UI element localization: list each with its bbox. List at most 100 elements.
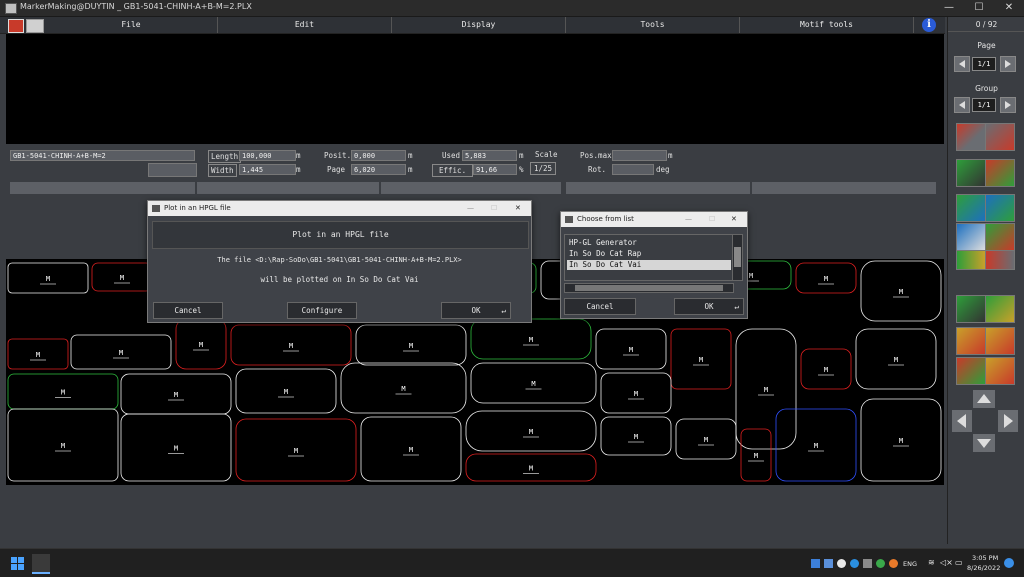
menu-file[interactable]: File bbox=[45, 17, 218, 33]
marker-name-field[interactable]: GB1-5041-CHINH-A+B-M=2 bbox=[10, 150, 195, 161]
language-indicator[interactable]: ENG bbox=[903, 560, 917, 568]
tray-app-icon[interactable] bbox=[850, 559, 859, 568]
list-vscrollbar[interactable] bbox=[732, 234, 743, 281]
arrows-tool-icon[interactable] bbox=[985, 250, 1015, 270]
list-item-selected[interactable]: In So Do Cat Vai bbox=[567, 260, 731, 270]
piece-label: M bbox=[824, 275, 828, 283]
close-icon[interactable]: ✕ bbox=[731, 212, 737, 227]
options-list[interactable]: HP-GL Generator In So Do Cat Rap In So D… bbox=[564, 234, 734, 281]
piece-label: M bbox=[294, 447, 298, 455]
nest-tool-icon[interactable] bbox=[956, 357, 986, 385]
list-item[interactable]: In So Do Cat Rap bbox=[567, 249, 731, 259]
choose-cancel-button[interactable]: Cancel bbox=[564, 298, 636, 315]
windows-start-icon[interactable] bbox=[11, 557, 24, 570]
page-prev-button[interactable] bbox=[954, 56, 970, 72]
plot-configure-button[interactable]: Configure bbox=[287, 302, 357, 319]
scroll-right-button[interactable] bbox=[998, 410, 1018, 432]
tray-app-icon[interactable] bbox=[863, 559, 872, 568]
posit-field[interactable]: 0,000 bbox=[351, 150, 406, 161]
piece-label: M bbox=[629, 346, 633, 354]
notification-icon[interactable] bbox=[1004, 558, 1014, 568]
piece-label: M bbox=[749, 272, 753, 280]
plot-dialog-title: Plot in an HPGL file bbox=[164, 204, 231, 212]
used-field[interactable]: 5,883 bbox=[462, 150, 517, 161]
tray-app-icon[interactable] bbox=[837, 559, 846, 568]
tray-app-icon[interactable] bbox=[811, 559, 820, 568]
scale-value[interactable]: 1/25 bbox=[530, 162, 557, 175]
maximize-icon[interactable]: ☐ bbox=[709, 212, 715, 227]
flip-tool-icon[interactable] bbox=[985, 194, 1015, 222]
scroll-thumb[interactable] bbox=[575, 285, 723, 291]
list-hscrollbar[interactable] bbox=[564, 283, 734, 293]
motif-tool-icon[interactable] bbox=[956, 327, 986, 355]
effic-label[interactable]: Effic. bbox=[432, 164, 474, 177]
zoom-tool-icon[interactable] bbox=[956, 223, 986, 251]
page-next-button[interactable] bbox=[1000, 56, 1016, 72]
length-field[interactable]: 100,000 bbox=[239, 150, 296, 161]
piece-label: M bbox=[401, 385, 405, 393]
align-tool-icon[interactable] bbox=[956, 250, 986, 270]
plot-cancel-button[interactable]: Cancel bbox=[153, 302, 223, 319]
length-label: Length bbox=[208, 150, 242, 163]
page-field[interactable]: 6,020 bbox=[351, 164, 406, 175]
width-field[interactable]: 1,445 bbox=[239, 164, 296, 175]
menu-edit[interactable]: Edit bbox=[218, 17, 392, 33]
group-prev-button[interactable] bbox=[954, 97, 970, 113]
taskbar: ENG ≋ ◁× ▭ 3:05 PM 8/26/2022 bbox=[0, 548, 1024, 577]
piece-label: M bbox=[754, 452, 758, 460]
place-piece-tool-icon[interactable] bbox=[956, 123, 986, 151]
pack-tool-icon[interactable] bbox=[956, 295, 986, 323]
minimize-icon[interactable]: — bbox=[685, 212, 692, 227]
minimize-button[interactable]: — bbox=[934, 0, 964, 16]
posmax-field[interactable] bbox=[612, 150, 667, 161]
page-nav-value[interactable]: 1/1 bbox=[972, 57, 996, 71]
printer-icon[interactable] bbox=[26, 19, 44, 33]
minimize-icon[interactable]: — bbox=[467, 201, 474, 216]
close-icon[interactable]: ✕ bbox=[515, 201, 521, 216]
bundle-tool-icon[interactable] bbox=[985, 223, 1015, 251]
move-left-tool-icon[interactable] bbox=[956, 159, 986, 187]
motif-align-tool-icon[interactable] bbox=[985, 327, 1015, 355]
move-right-tool-icon[interactable] bbox=[985, 159, 1015, 187]
fill-tool-icon[interactable] bbox=[985, 357, 1015, 385]
scroll-up-button[interactable] bbox=[973, 390, 995, 408]
rotate-tool-icon[interactable] bbox=[956, 194, 986, 222]
scroll-down-button[interactable] bbox=[973, 434, 995, 452]
rot-field[interactable] bbox=[612, 164, 654, 175]
battery-icon[interactable]: ▭ bbox=[955, 558, 963, 567]
piece-counter: 0 / 92 bbox=[975, 20, 998, 29]
stop-icon[interactable] bbox=[8, 19, 24, 33]
tray-app-icon[interactable] bbox=[889, 559, 898, 568]
status-bar-4 bbox=[566, 182, 750, 194]
tray-app-icon[interactable] bbox=[876, 559, 885, 568]
overview-canvas[interactable] bbox=[6, 34, 944, 144]
maximize-button[interactable]: ☐ bbox=[964, 0, 994, 16]
list-item[interactable]: HP-GL Generator bbox=[567, 238, 731, 248]
clock-time[interactable]: 3:05 PM bbox=[972, 554, 998, 562]
scroll-thumb[interactable] bbox=[734, 247, 741, 267]
group-nav-value[interactable]: 1/1 bbox=[972, 98, 996, 112]
piece-label: M bbox=[814, 442, 818, 450]
remove-piece-tool-icon[interactable] bbox=[985, 123, 1015, 151]
enter-icon: ↵ bbox=[734, 302, 739, 311]
clock-date[interactable]: 8/26/2022 bbox=[967, 564, 1000, 572]
menu-motif-tools[interactable]: Motif tools bbox=[740, 17, 914, 33]
scroll-left-button[interactable] bbox=[952, 410, 972, 432]
blank-field bbox=[148, 163, 197, 177]
menu-tools[interactable]: Tools bbox=[566, 17, 740, 33]
choose-ok-button[interactable]: OK ↵ bbox=[674, 298, 744, 315]
info-icon[interactable]: i bbox=[922, 18, 936, 32]
plot-ok-button[interactable]: OK ↵ bbox=[441, 302, 511, 319]
maximize-icon[interactable]: ☐ bbox=[491, 201, 497, 216]
wifi-icon[interactable]: ≋ bbox=[928, 558, 935, 567]
tray-app-icon[interactable] bbox=[824, 559, 833, 568]
menu-display[interactable]: Display bbox=[392, 17, 566, 33]
group-next-button[interactable] bbox=[1000, 97, 1016, 113]
effic-field[interactable]: 91,66 bbox=[473, 164, 517, 175]
piece-label: M bbox=[36, 351, 40, 359]
group-tool-icon[interactable] bbox=[985, 295, 1015, 323]
choose-list-dialog: Choose from list — ☐ ✕ HP-GL Generator I… bbox=[560, 211, 748, 319]
volume-icon[interactable]: ◁× bbox=[940, 558, 953, 567]
close-button[interactable]: ✕ bbox=[994, 0, 1024, 16]
markermaking-taskbar-icon[interactable] bbox=[32, 554, 50, 574]
